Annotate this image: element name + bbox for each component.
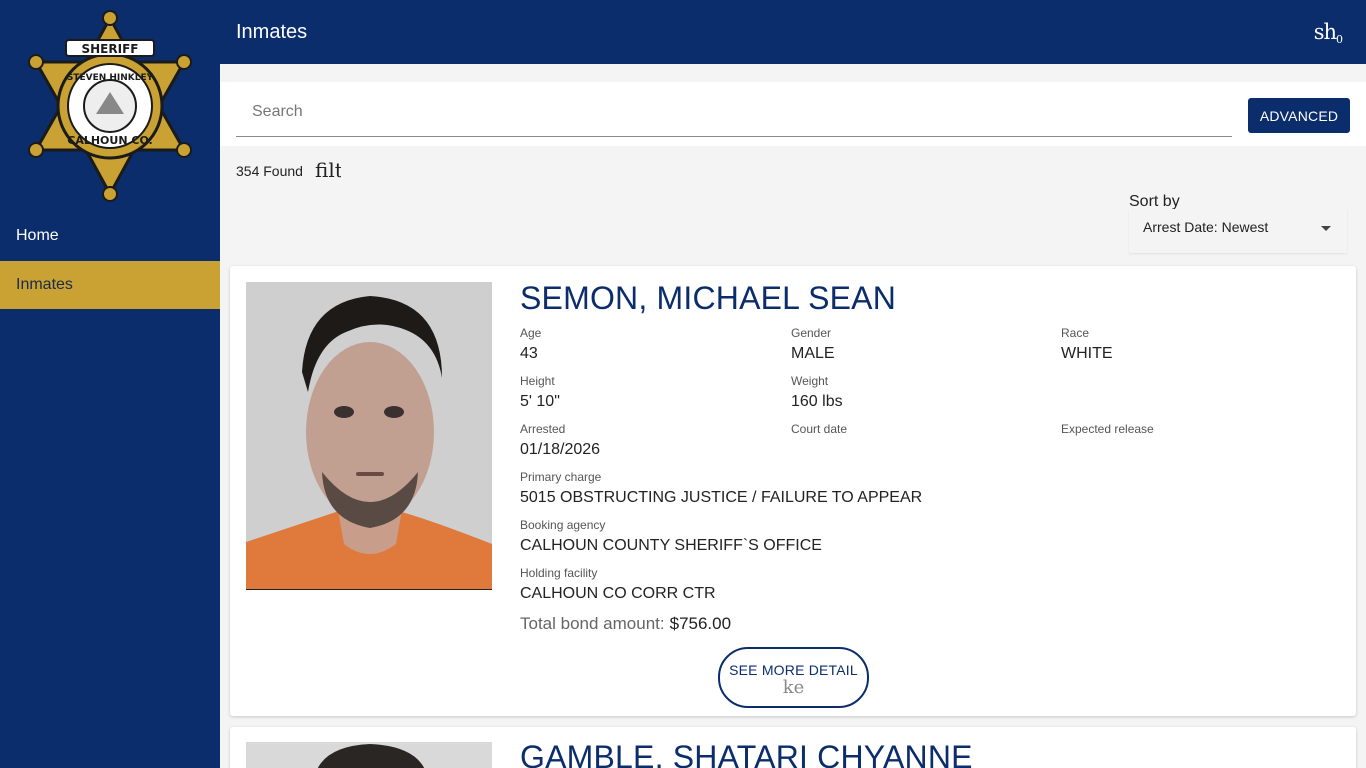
- holding-facility-label: Holding facility: [520, 566, 598, 580]
- weight-value: 160 lbs: [791, 393, 843, 410]
- results-count: 354 Found: [236, 163, 303, 179]
- see-more-detail-button[interactable]: SEE MORE DETAIL ke: [718, 647, 869, 708]
- booking-agency-label: Booking agency: [520, 518, 606, 532]
- total-bond: Total bond amount: $756.00: [520, 614, 731, 634]
- gender-value: MALE: [791, 345, 835, 362]
- expected-release-field: Expected release: [1061, 422, 1154, 441]
- total-bond-label: Total bond amount:: [520, 614, 665, 633]
- race-label: Race: [1061, 326, 1090, 340]
- share-icon[interactable]: sh0: [1314, 20, 1343, 46]
- page-title: Inmates: [236, 21, 308, 43]
- height-value: 5' 10": [520, 393, 560, 410]
- height-label: Height: [520, 374, 555, 388]
- arrested-label: Arrested: [520, 422, 566, 436]
- age-field: Age 43: [520, 326, 541, 363]
- inmate-name: SEMON, MICHAEL SEAN: [520, 280, 897, 316]
- primary-charge-value: 5015 OBSTRUCTING JUSTICE / FAILURE TO AP…: [520, 489, 923, 506]
- see-more-detail-label: SEE MORE DETAIL: [729, 662, 858, 678]
- holding-facility-field: Holding facility CALHOUN CO CORR CTR: [520, 566, 716, 603]
- sidebar: SHERIFF STEVEN HINKLEY CALHOUN CO. Home …: [0, 0, 220, 768]
- height-field: Height 5' 10": [520, 374, 560, 411]
- inmate-photo: [246, 742, 492, 768]
- weight-label: Weight: [791, 374, 829, 388]
- filter-icon[interactable]: filt: [315, 158, 341, 182]
- age-label: Age: [520, 326, 542, 340]
- race-field: Race WHITE: [1061, 326, 1113, 363]
- weight-field: Weight 160 lbs: [791, 374, 843, 411]
- chevron-down-icon: [1321, 226, 1331, 231]
- expected-release-label: Expected release: [1061, 422, 1154, 436]
- court-date-field: Court date: [791, 422, 847, 441]
- booking-agency-field: Booking agency CALHOUN COUNTY SHERIFF`S …: [520, 518, 822, 555]
- sidebar-item-inmates[interactable]: Inmates: [0, 261, 220, 309]
- keyboard-arrow-icon: ke: [782, 677, 805, 698]
- arrested-field: Arrested 01/18/2026: [520, 422, 600, 459]
- search-input[interactable]: [236, 88, 1232, 137]
- sidebar-item-home[interactable]: Home: [0, 212, 220, 260]
- holding-facility-value: CALHOUN CO CORR CTR: [520, 585, 716, 602]
- primary-charge-field: Primary charge 5015 OBSTRUCTING JUSTICE …: [520, 470, 922, 507]
- court-date-label: Court date: [791, 422, 848, 436]
- svg-text:SHERIFF: SHERIFF: [82, 42, 139, 56]
- total-bond-value: $756.00: [669, 614, 732, 633]
- age-value: 43: [520, 345, 538, 362]
- arrested-value: 01/18/2026: [520, 441, 601, 458]
- share-count: 0: [1336, 33, 1343, 46]
- inmate-name: GAMBLE, SHATARI CHYANNE: [520, 739, 973, 768]
- top-bar: Inmates sh0: [220, 0, 1366, 64]
- gender-label: Gender: [791, 326, 832, 340]
- advanced-search-button[interactable]: ADVANCED: [1248, 98, 1350, 133]
- inmate-card: GAMBLE, SHATARI CHYANNE: [230, 727, 1356, 768]
- search-bar: ADVANCED: [220, 82, 1366, 146]
- svg-text:CALHOUN CO.: CALHOUN CO.: [67, 134, 152, 147]
- booking-agency-value: CALHOUN COUNTY SHERIFF`S OFFICE: [520, 537, 822, 554]
- primary-charge-label: Primary charge: [520, 470, 602, 484]
- gender-field: Gender MALE: [791, 326, 835, 363]
- inmate-card: SEMON, MICHAEL SEAN Age 43 Gender MALE R…: [230, 266, 1356, 716]
- sheriff-badge-logo: SHERIFF STEVEN HINKLEY CALHOUN CO.: [28, 10, 192, 202]
- sort-selected-value: Arrest Date: Newest: [1143, 219, 1269, 235]
- race-value: WHITE: [1061, 345, 1113, 362]
- inmate-photo: [246, 282, 492, 590]
- sort-select[interactable]: Arrest Date: Newest: [1129, 209, 1347, 253]
- svg-text:STEVEN HINKLEY: STEVEN HINKLEY: [67, 73, 154, 83]
